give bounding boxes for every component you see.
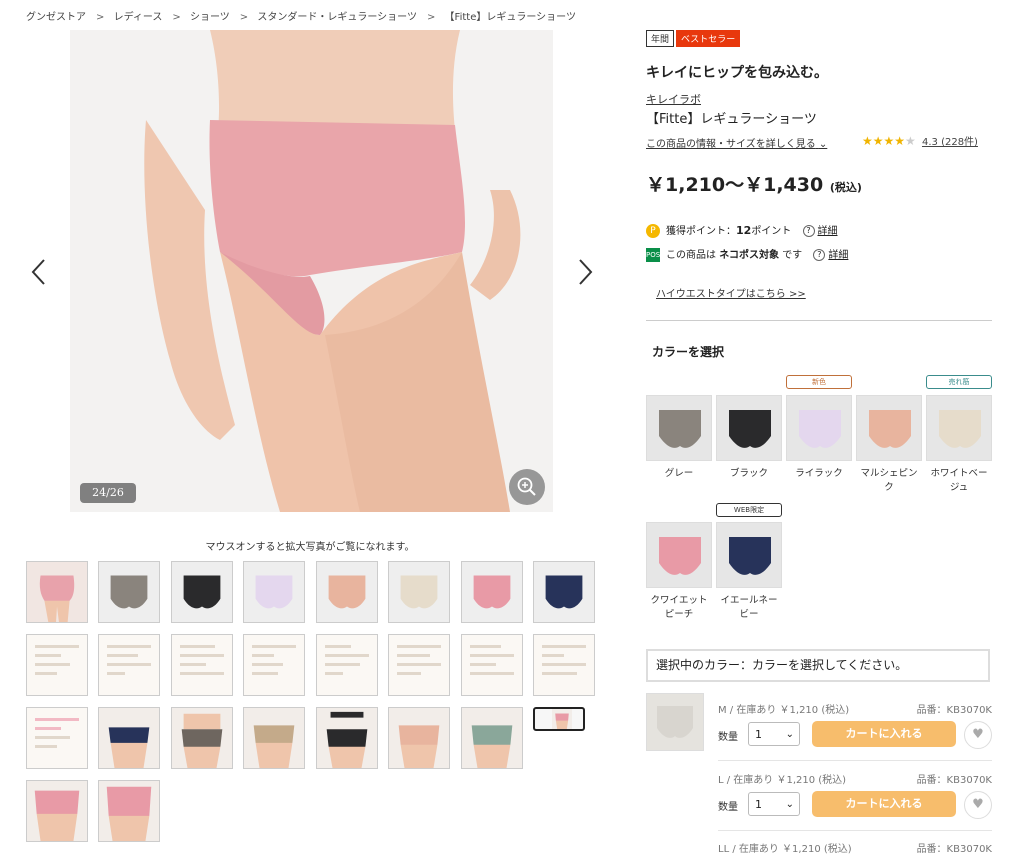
- color-swatch-black[interactable]: ブラック: [716, 395, 782, 481]
- thumbnail[interactable]: [171, 707, 233, 769]
- point-icon: P: [646, 224, 660, 238]
- product-photo: [70, 30, 553, 512]
- qty-select[interactable]: 1 ⌄: [748, 722, 800, 746]
- divider: [718, 760, 992, 761]
- chevron-down-icon: ⌄: [785, 729, 794, 740]
- qty-select[interactable]: 1 ⌄: [748, 792, 800, 816]
- chevron-down-icon: ⌄: [785, 799, 794, 810]
- divider: [718, 830, 992, 831]
- color-swatch-quiet-peach[interactable]: クワイエットピーチ: [646, 522, 712, 622]
- thumbnail[interactable]: [26, 634, 88, 696]
- badge-group: 年間 ベストセラー: [646, 30, 742, 49]
- thumbnail[interactable]: [316, 707, 378, 769]
- thumbnail[interactable]: [388, 561, 450, 623]
- next-image-button[interactable]: [576, 258, 594, 286]
- tax-label: (税込): [829, 181, 862, 194]
- favorite-heart-icon[interactable]: ♥: [964, 721, 992, 749]
- size-row-l: L / 在庫あり ￥1,210 (税込) 品番：KB3070K: [718, 775, 992, 786]
- breadcrumb-link[interactable]: スタンダード・レギュラーショーツ: [257, 12, 417, 23]
- divider: [646, 320, 992, 321]
- qty-label: 数量: [718, 802, 738, 813]
- thumbnail[interactable]: [316, 634, 378, 696]
- thumbnail[interactable]: [316, 561, 378, 623]
- thumbnail[interactable]: [243, 561, 305, 623]
- points-detail-link[interactable]: 詳細: [818, 226, 838, 237]
- rating-text[interactable]: 4.3 (228件): [922, 137, 978, 148]
- thumbnail[interactable]: [171, 634, 233, 696]
- post-icon: POST: [646, 248, 664, 262]
- thumbnail[interactable]: [98, 634, 160, 696]
- help-icon: ?: [813, 249, 826, 261]
- thumbnail[interactable]: [26, 561, 88, 623]
- thumbnail[interactable]: [26, 707, 88, 769]
- zoom-icon: [517, 477, 536, 496]
- thumbnail[interactable]: [98, 561, 160, 623]
- thumbnail[interactable]: [98, 707, 160, 769]
- thumbnail[interactable]: [243, 707, 305, 769]
- color-swatch-gray[interactable]: グレー: [646, 395, 712, 481]
- nekopos-detail-link[interactable]: 詳細: [828, 250, 848, 261]
- tag-web-limited: WEB限定: [716, 503, 782, 517]
- thumbnail-selected[interactable]: [533, 707, 585, 731]
- breadcrumb: グンゼストア > レディース > ショーツ > スタンダード・レギュラーショーツ > 【…: [26, 12, 576, 23]
- price: ￥1,210〜￥1,430 (税込): [646, 174, 862, 196]
- thumbnail[interactable]: [461, 634, 523, 696]
- selected-color-box: 選択中のカラー：カラーを選択してください。: [646, 649, 990, 682]
- rating-stars: ★★★★★: [862, 134, 916, 148]
- brand-link[interactable]: キレイラボ: [646, 91, 701, 107]
- thumbnail[interactable]: [461, 707, 523, 769]
- chevron-down-icon: ⌄: [818, 139, 828, 150]
- color-swatch-white-beige[interactable]: ホワイトベージュ: [926, 395, 992, 495]
- badge-annual: 年間: [646, 30, 675, 47]
- chevron-left-icon: [31, 259, 45, 285]
- color-heading: カラーを選択: [652, 345, 725, 359]
- thumbnail[interactable]: [388, 634, 450, 696]
- thumbnail[interactable]: [388, 707, 450, 769]
- tag-popular: 売れ筋: [926, 375, 992, 389]
- thumbnail[interactable]: [533, 561, 595, 623]
- color-swatch-yale-navy[interactable]: イエールネービー: [716, 522, 782, 622]
- main-product-image[interactable]: [70, 30, 553, 512]
- prev-image-button[interactable]: [30, 258, 48, 286]
- tag-new-color: 新色: [786, 375, 852, 389]
- favorite-heart-icon[interactable]: ♥: [964, 791, 992, 819]
- breadcrumb-link[interactable]: ショーツ: [190, 12, 230, 23]
- points-row: P 獲得ポイント：12ポイント ? 詳細: [646, 222, 838, 238]
- add-to-cart-button[interactable]: カートに入れる: [812, 721, 956, 747]
- size-row-m: M / 在庫あり ￥1,210 (税込) 品番：KB3070K: [718, 705, 992, 716]
- stock-thumbnail: [646, 693, 704, 751]
- product-headline: キレイにヒップを包み込む。: [646, 65, 828, 81]
- thumbnail[interactable]: [461, 561, 523, 623]
- color-swatch-marche-pink[interactable]: マルシェピンク: [856, 395, 922, 495]
- zoom-button[interactable]: [509, 469, 545, 505]
- badge-bestseller: ベストセラー: [676, 30, 741, 47]
- zoom-hint: マウスオンすると拡大写真がご覧になれます。: [205, 542, 415, 553]
- product-info-link[interactable]: この商品の情報・サイズを詳しく見る ⌄: [646, 135, 827, 150]
- breadcrumb-link[interactable]: グンゼストア: [26, 12, 86, 23]
- breadcrumb-link[interactable]: レディース: [114, 12, 163, 23]
- highwaist-link[interactable]: ハイウエストタイプはこちら >>: [656, 285, 806, 300]
- thumbnail[interactable]: [243, 634, 305, 696]
- qty-label: 数量: [718, 732, 738, 743]
- rating[interactable]: ★★★★★ 4.3 (228件): [862, 133, 978, 148]
- image-counter: 24/26: [80, 483, 136, 503]
- product-name: 【Fitte】レギュラーショーツ: [646, 112, 817, 127]
- thumbnail[interactable]: [98, 780, 160, 842]
- chevron-right-icon: [579, 259, 593, 285]
- thumbnail[interactable]: [26, 780, 88, 842]
- thumbnail[interactable]: [533, 634, 595, 696]
- help-icon: ?: [802, 225, 815, 237]
- color-swatch-lilac[interactable]: ライラック: [786, 395, 852, 481]
- nekopos-row: POST この商品は ネコポス対象 です ? 詳細: [646, 248, 849, 262]
- thumbnail[interactable]: [171, 561, 233, 623]
- add-to-cart-button[interactable]: カートに入れる: [812, 791, 956, 817]
- breadcrumb-current[interactable]: 【Fitte】レギュラーショーツ: [445, 12, 576, 23]
